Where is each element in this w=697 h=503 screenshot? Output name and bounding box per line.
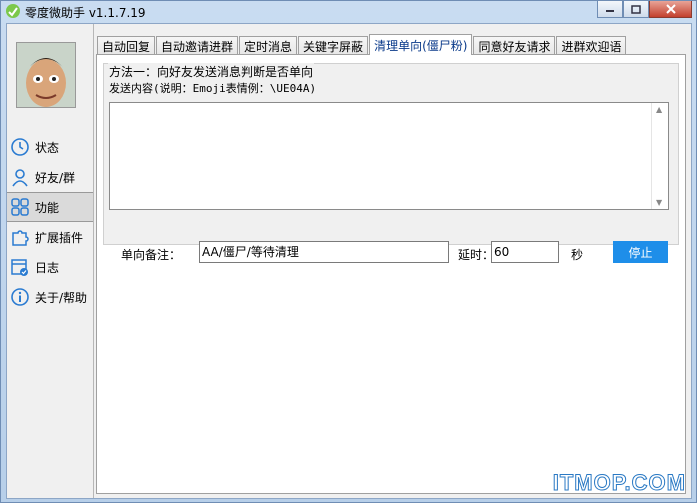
puzzle-icon (9, 226, 31, 248)
user-icon (9, 166, 31, 188)
sidebar-item-label: 日志 (35, 260, 60, 275)
sidebar: 状态 好友/群 功能 扩展插件 日志 关于/帮助 (7, 24, 94, 498)
info-icon (9, 286, 31, 308)
scroll-up-icon[interactable]: ▲ (656, 105, 662, 114)
textarea-scrollbar[interactable]: ▲ ▼ (651, 103, 668, 209)
sidebar-item-about[interactable]: 关于/帮助 (7, 282, 93, 312)
sidebar-item-label: 扩展插件 (35, 230, 84, 245)
sidebar-nav: 状态 好友/群 功能 扩展插件 日志 关于/帮助 (7, 132, 93, 312)
sidebar-item-plugins[interactable]: 扩展插件 (7, 222, 93, 252)
clock-icon (9, 136, 31, 158)
app-window: 零度微助手 v1.1.7.19 状态 好友/群 功能 扩展插件 日志 关于/帮助… (0, 0, 697, 503)
delay-label: 延时： (458, 248, 495, 262)
message-textarea[interactable]: ▲ ▼ (109, 102, 669, 210)
sidebar-item-friends[interactable]: 好友/群 (7, 162, 93, 192)
avatar (16, 42, 76, 108)
tab-keyword-block[interactable]: 关键字屏蔽 (298, 36, 369, 55)
stop-button[interactable]: 停止 (613, 241, 668, 263)
scroll-down-icon[interactable]: ▼ (656, 198, 662, 207)
tab-auto-invite[interactable]: 自动邀请进群 (156, 36, 239, 55)
sidebar-item-label: 功能 (35, 200, 60, 215)
tab-accept-friends[interactable]: 同意好友请求 (473, 36, 556, 55)
sidebar-item-label: 好友/群 (35, 170, 76, 185)
client-area: 状态 好友/群 功能 扩展插件 日志 关于/帮助 自动回复 自动邀请进群 定时消… (6, 23, 692, 499)
close-button[interactable] (649, 1, 692, 18)
calendar-icon (9, 256, 31, 278)
app-icon (5, 3, 21, 19)
title-bar[interactable]: 零度微助手 v1.1.7.19 (1, 1, 696, 23)
minimize-icon (606, 10, 614, 12)
maximize-icon (631, 4, 641, 14)
delay-unit: 秒 (571, 248, 584, 262)
tab-auto-reply[interactable]: 自动回复 (97, 36, 156, 55)
grid-icon (9, 196, 31, 218)
watermark: ITMOP.COM (552, 470, 686, 496)
tab-scheduled-message[interactable]: 定时消息 (239, 36, 298, 55)
tab-clean-oneway[interactable]: 清理单向(僵尸粉) (369, 34, 473, 55)
delay-input[interactable]: 60 (491, 241, 559, 263)
sidebar-item-label: 关于/帮助 (35, 290, 88, 305)
window-title: 零度微助手 v1.1.7.19 (25, 6, 146, 20)
minimize-button[interactable] (597, 1, 623, 18)
sidebar-item-features[interactable]: 功能 (7, 192, 93, 222)
tab-panel: 方法一：向好友发送消息判断是否单向 发送内容(说明：Emoji表情例：\UE04… (96, 54, 686, 494)
close-icon (665, 4, 676, 14)
remark-label: 单向备注： (121, 248, 182, 262)
sidebar-item-status[interactable]: 状态 (7, 132, 93, 162)
remark-input[interactable]: AA/僵尸/等待清理 (199, 241, 449, 263)
maximize-button[interactable] (623, 1, 649, 18)
sidebar-item-label: 状态 (35, 140, 60, 155)
content-label: 发送内容(说明：Emoji表情例：\UE04A) (109, 82, 317, 95)
method-label: 方法一：向好友发送消息判断是否单向 (108, 63, 315, 80)
sidebar-item-log[interactable]: 日志 (7, 252, 93, 282)
tab-strip: 自动回复 自动邀请进群 定时消息 关键字屏蔽 清理单向(僵尸粉) 同意好友请求 … (97, 34, 627, 55)
tab-welcome-message[interactable]: 进群欢迎语 (556, 36, 627, 55)
